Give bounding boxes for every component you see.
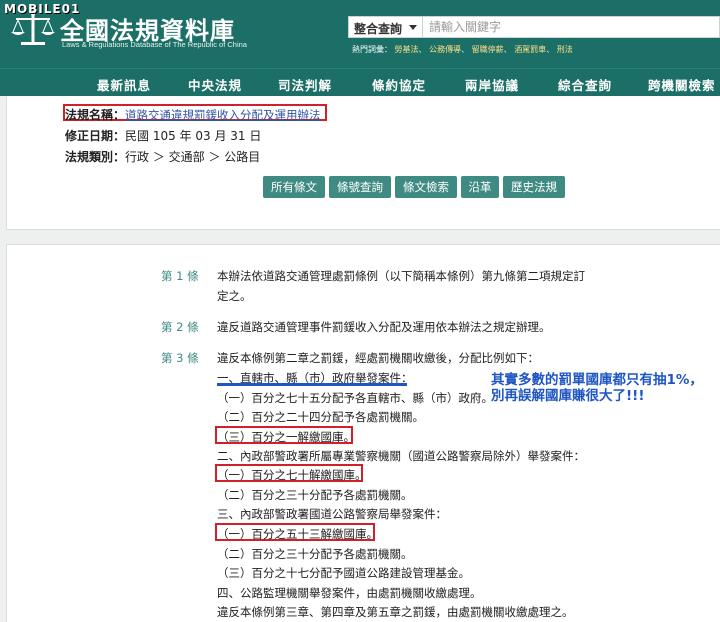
nav-item-judicial-rulings[interactable]: 司法判解: [278, 75, 332, 94]
law-category-label: 法規類別：: [65, 150, 126, 164]
law-name-label: 法規名稱：: [65, 108, 126, 122]
law-info-panel: 法規名稱：道路交通違規罰鍰收入分配及運用辦法 修正日期：民國 105 年 03 …: [6, 96, 720, 230]
amend-date-row: 修正日期：民國 105 年 03 月 31 日: [65, 127, 261, 144]
article-1-text-line-2: 定之。: [217, 289, 252, 303]
article-number-search-button[interactable]: 條號查詢: [329, 176, 391, 198]
law-category-value: 行政 ＞ 交通部 ＞ 公路目: [125, 150, 261, 164]
article-3-line: 違反本條例第三章、第四章及第五章之罰鍰，由處罰機關收繳處理之。: [217, 605, 574, 619]
article-1-number[interactable]: 第 1 條: [161, 268, 199, 284]
nav-item-treaties[interactable]: 條約協定: [372, 75, 426, 94]
search-input[interactable]: [429, 19, 709, 35]
search-type-select[interactable]: 整合查詢: [349, 17, 423, 37]
article-3-line: 三、內政部警政署國道公路警察局舉發案件：: [217, 507, 447, 521]
blue-underline: [217, 383, 407, 386]
law-name-link[interactable]: 道路交通違規罰鍰收入分配及運用辦法: [125, 108, 321, 122]
nav-item-integrated-search[interactable]: 綜合查詢: [558, 75, 612, 94]
annotation-note-line-2: 別再誤解國庫賺很大了!!!: [491, 388, 645, 404]
article-3-line: （二）百分之三十分配予各處罰機關。: [217, 488, 413, 502]
amend-date-label: 修正日期：: [65, 129, 126, 143]
article-3-line: （三）百分之十七分配予國道公路建設管理基金。: [217, 566, 470, 580]
article-3-line: 四、公路監理機關舉發案件，由處罰機關收繳處理。: [217, 586, 482, 600]
site-header: MOBILE01 全國法規資料庫 Laws & Regulations Data…: [0, 0, 720, 68]
chevron-down-icon: [409, 25, 417, 30]
hot-keyword-1[interactable]: 勞基法: [395, 45, 419, 54]
nav-item-cross-agency-search[interactable]: 跨機關檢索: [648, 75, 716, 94]
article-2-text: 違反道路交通管理事件罰鍰收入分配及運用依本辦法之規定辦理。: [217, 320, 551, 334]
article-3-line: （一）百分之五十三解繳國庫。: [217, 527, 378, 541]
history-button[interactable]: 沿革: [461, 176, 499, 198]
law-category-row: 法規類別：行政 ＞ 交通部 ＞ 公路目: [65, 148, 260, 165]
main-nav: 最新訊息 中央法規 司法判解 條約協定 兩岸協議 綜合查詢 跨機關檢索: [0, 68, 720, 96]
article-3-line: 二、內政部警政署所屬專業警察機關（國道公路警察局除外）舉發案件：: [217, 449, 585, 463]
article-3-line: 違反本條例第二章之罰鍰，經處罰機關收繳後，分配比例如下：: [217, 351, 539, 365]
hot-keyword-2[interactable]: 公務傳導: [429, 45, 461, 54]
article-3-line: （二）百分之二十四分配予各處罰機關。: [217, 410, 424, 424]
article-3-line: （一）百分之七十解繳國庫。: [217, 468, 367, 482]
article-2-number[interactable]: 第 2 條: [161, 319, 199, 335]
hot-keywords-label: 熱門詞彙：: [352, 45, 392, 54]
site-subtitle: Laws & Regulations Database of The Repub…: [62, 40, 247, 49]
hot-keyword-3[interactable]: 留職停薪: [472, 45, 504, 54]
hot-keyword-4[interactable]: 酒駕罰車: [514, 45, 546, 54]
article-3-line: （三）百分之一解繳國庫。: [217, 430, 355, 444]
article-3-line: （二）百分之三十分配予各處罰機關。: [217, 547, 413, 561]
nav-item-latest-news[interactable]: 最新訊息: [97, 75, 151, 94]
law-name-row: 法規名稱：道路交通違規罰鍰收入分配及運用辦法: [65, 106, 321, 123]
article-3-line: （一）百分之七十五分配予各直轄市、縣（市）政府。: [217, 391, 493, 405]
articles-panel: 第 1 條 本辦法依道路交通管理處罰條例（以下簡稱本條例）第九條第二項規定訂 定…: [6, 244, 720, 622]
article-text-search-button[interactable]: 條文檢索: [395, 176, 457, 198]
nav-item-central-regulations[interactable]: 中央法規: [188, 75, 242, 94]
hot-keywords: 熱門詞彙： 勞基法、 公務傳導、 留職停薪、 酒駕罰車、 刑法: [352, 45, 573, 54]
nav-item-cross-strait[interactable]: 兩岸協議: [465, 75, 519, 94]
amend-date-value: 民國 105 年 03 月 31 日: [125, 129, 262, 143]
search-type-label: 整合查詢: [354, 22, 403, 36]
article-1-text-line-1: 本辦法依道路交通管理處罰條例（以下簡稱本條例）第九條第二項規定訂: [217, 269, 585, 283]
all-articles-button[interactable]: 所有條文: [263, 176, 325, 198]
historical-regulations-button[interactable]: 歷史法規: [503, 176, 565, 198]
search-bar: 整合查詢: [348, 16, 720, 38]
article-3-number[interactable]: 第 3 條: [161, 350, 199, 366]
hot-keyword-5[interactable]: 刑法: [557, 45, 573, 54]
